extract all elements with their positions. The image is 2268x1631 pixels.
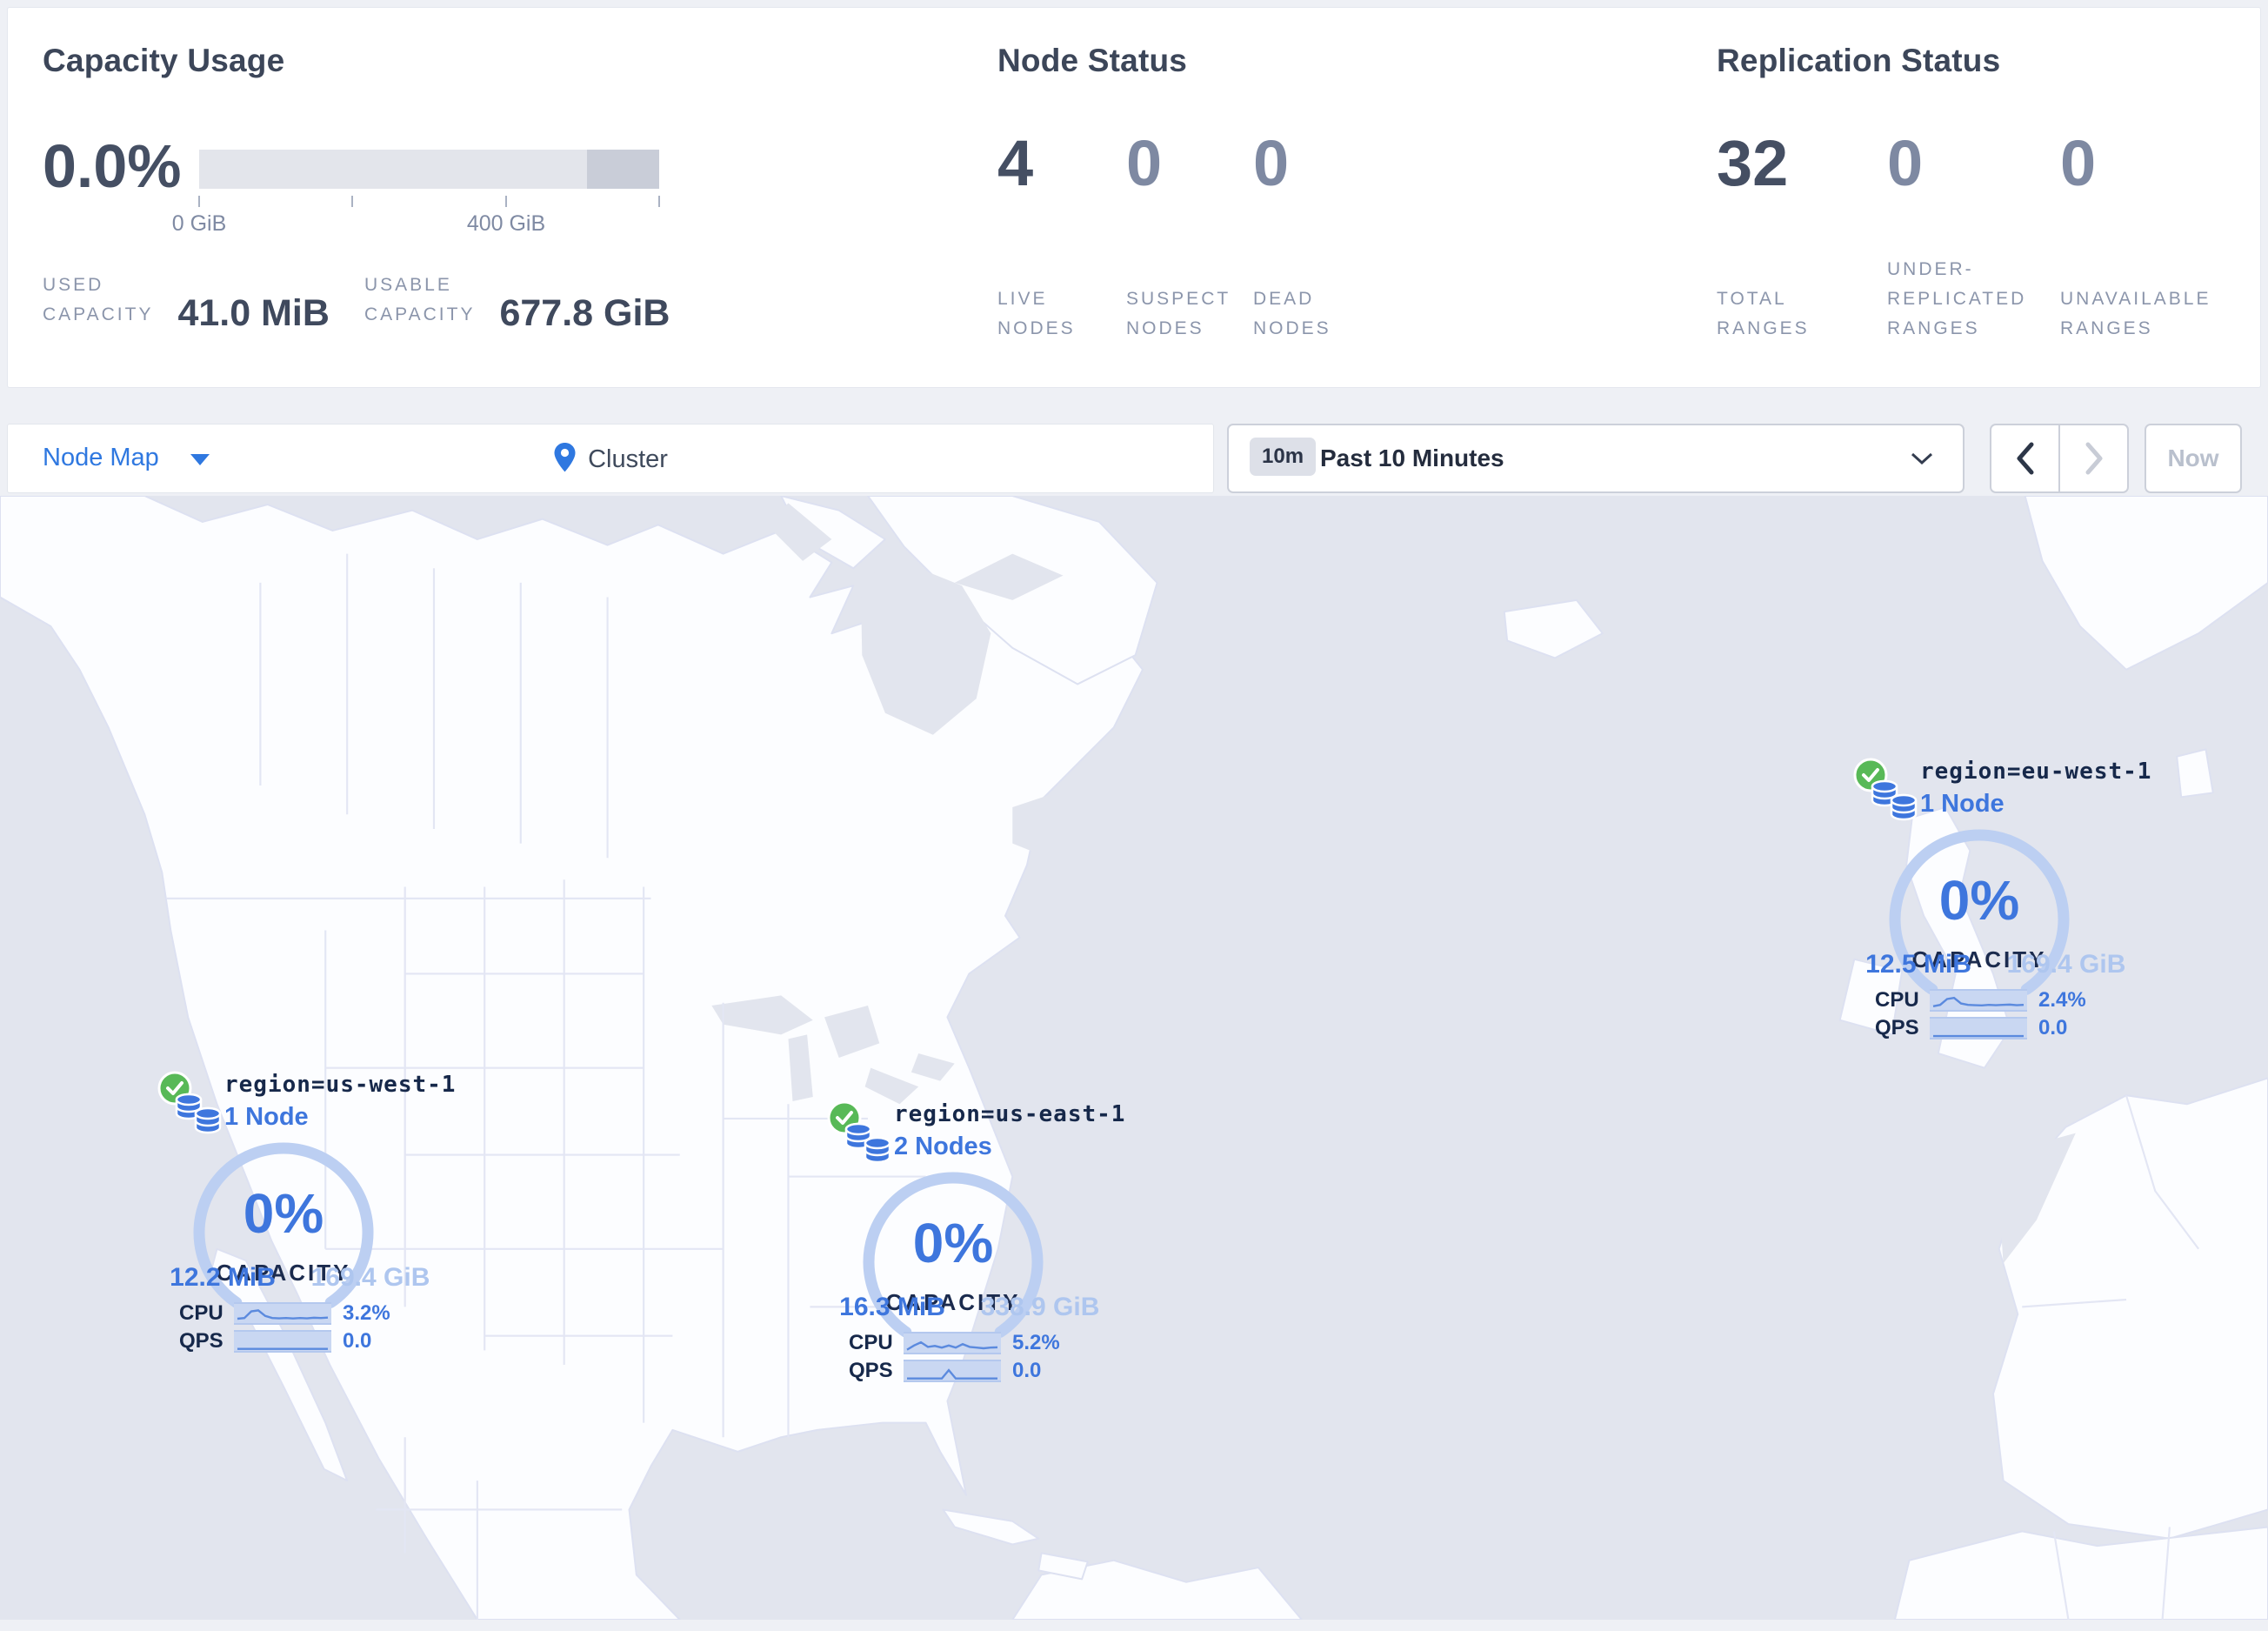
qps-sparkline: [1930, 1017, 2027, 1039]
capacity-usage-bar-segment: [587, 150, 659, 189]
time-range-selector[interactable]: 10m Past 10 Minutes: [1227, 424, 1964, 493]
total-capacity: 169.4 GiB: [310, 1263, 430, 1292]
cpu-value: 5.2%: [1012, 1331, 1060, 1354]
axis-tick: [198, 196, 200, 207]
world-map: [0, 496, 2268, 1620]
time-range-badge: 10m: [1250, 438, 1317, 476]
cpu-label: CPU: [179, 1301, 223, 1325]
qps-value: 0.0: [2038, 1016, 2068, 1039]
qps-sparkline: [904, 1360, 1001, 1382]
live-nodes-count: 4: [997, 127, 1034, 199]
total-ranges-count: 32: [1717, 127, 1789, 199]
node-count-link[interactable]: 1 Node: [1920, 790, 2005, 819]
used-capacity: 16.3 MiB: [839, 1293, 945, 1321]
cpu-sparkline: [904, 1332, 1001, 1354]
qps-label: QPS: [849, 1359, 893, 1382]
axis-tick: [351, 196, 353, 207]
capacity-percent: 0%: [912, 1212, 994, 1274]
chevron-down-icon: [1909, 450, 1935, 471]
suspect-nodes-count: 0: [1126, 127, 1163, 199]
cluster-summary-panel: Capacity Usage 0.0% 0 GiB 400 GiB USED C…: [7, 7, 2261, 388]
cpu-sparkline: [234, 1302, 331, 1325]
under-replicated-ranges-count: 0: [1887, 127, 1924, 199]
region-label: region=us-west-1: [224, 1072, 457, 1098]
dead-nodes-label: DEAD NODES: [1253, 289, 1331, 338]
node-count-link[interactable]: 1 Node: [224, 1103, 309, 1132]
replication-status-title: Replication Status: [1717, 43, 2001, 78]
qps-sparkline: [234, 1330, 331, 1353]
map-pin-icon: [553, 442, 577, 478]
axis-tick: [658, 196, 660, 207]
cpu-value: 2.4%: [2038, 988, 2086, 1012]
time-step-buttons: [1990, 424, 2129, 493]
axis-tick-label: 400 GiB: [466, 211, 546, 236]
used-capacity: 12.2 MiB: [170, 1263, 276, 1292]
node-status-title: Node Status: [997, 43, 1188, 78]
usable-capacity-label: USABLE CAPACITY: [364, 275, 476, 324]
region-label: region=us-east-1: [894, 1101, 1126, 1127]
suspect-nodes-label: SUSPECT NODES: [1126, 289, 1231, 338]
capacity-usage-bar: [199, 150, 659, 189]
node-map[interactable]: [0, 496, 2268, 1620]
capacity-usage-percent: 0.0%: [43, 132, 182, 200]
capacity-percent: 0%: [243, 1182, 324, 1245]
used-capacity-value: 41.0 MiB: [177, 292, 330, 334]
region-label: region=eu-west-1: [1920, 759, 2152, 785]
cpu-label: CPU: [849, 1331, 893, 1354]
cpu-label: CPU: [1875, 988, 1919, 1012]
prev-time-button[interactable]: [1991, 425, 2060, 491]
cpu-value: 3.2%: [343, 1301, 390, 1325]
live-nodes-label: LIVE NODES: [997, 289, 1076, 338]
used-capacity: 12.5 MiB: [1865, 950, 1971, 979]
dead-nodes-count: 0: [1253, 127, 1290, 199]
usable-capacity-value: 677.8 GiB: [499, 292, 670, 334]
capacity-usage-title: Capacity Usage: [43, 43, 285, 78]
breadcrumb-label: Cluster: [588, 445, 668, 473]
now-button[interactable]: Now: [2145, 424, 2242, 493]
capacity-percent: 0%: [1938, 869, 2020, 932]
qps-value: 0.0: [343, 1329, 372, 1353]
total-ranges-label: TOTAL RANGES: [1717, 289, 1810, 338]
total-capacity: 338.9 GiB: [980, 1293, 1100, 1321]
unavailable-ranges-count: 0: [2060, 127, 2097, 199]
qps-label: QPS: [1875, 1016, 1919, 1039]
used-capacity-label: USED CAPACITY: [43, 275, 154, 324]
axis-tick: [505, 196, 507, 207]
time-range-label: Past 10 Minutes: [1320, 445, 1504, 471]
node-count-link[interactable]: 2 Nodes: [894, 1133, 992, 1161]
cpu-sparkline: [1930, 989, 2027, 1012]
map-toolbar: Node Map Cluster: [7, 424, 1214, 493]
unavailable-ranges-label: UNAVAILABLE RANGES: [2060, 289, 2211, 338]
total-capacity: 169.4 GiB: [2006, 950, 2126, 979]
next-time-button[interactable]: [2060, 425, 2127, 491]
breadcrumb[interactable]: Cluster: [8, 442, 1213, 478]
qps-value: 0.0: [1012, 1359, 1042, 1382]
under-replicated-ranges-label: UNDER- REPLICATED RANGES: [1887, 259, 2027, 338]
qps-label: QPS: [179, 1329, 223, 1353]
axis-tick-label: 0 GiB: [171, 211, 227, 236]
